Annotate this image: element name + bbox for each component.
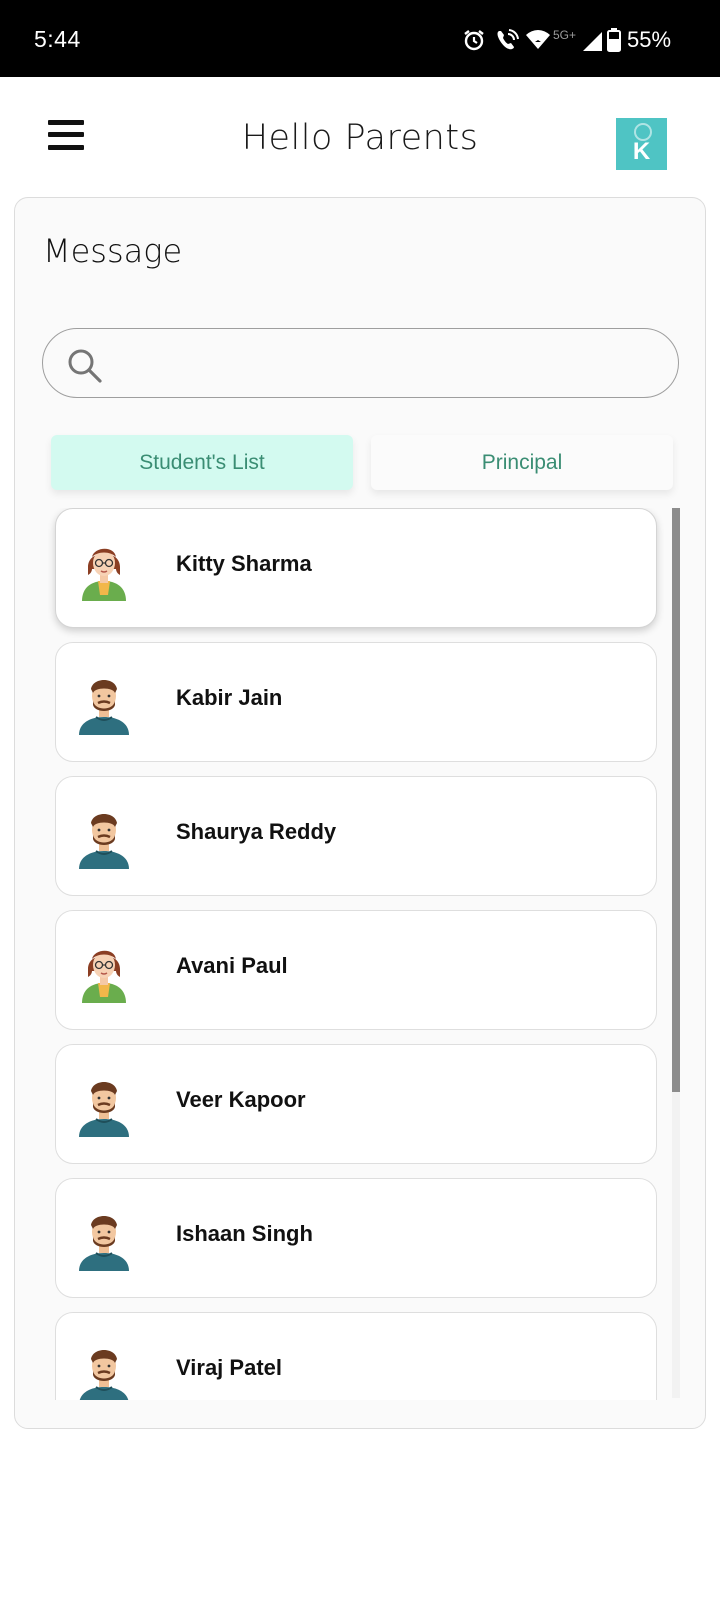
page-title: Hello Parents <box>241 118 479 158</box>
boy-avatar-icon <box>79 1082 129 1137</box>
list-item[interactable]: Avani Paul <box>55 910 657 1030</box>
list-item[interactable]: Shaurya Reddy <box>55 776 657 896</box>
search-bar[interactable] <box>42 328 679 398</box>
tab-students-list[interactable]: Student's List <box>51 435 353 490</box>
list-item[interactable]: Veer Kapoor <box>55 1044 657 1164</box>
boy-avatar-icon <box>79 1216 129 1271</box>
wifi-call-icon <box>497 29 519 50</box>
battery-icon <box>607 28 621 52</box>
student-name: Avani Paul <box>176 953 288 978</box>
list-item[interactable]: Kabir Jain <box>55 642 657 762</box>
student-name: Shaurya Reddy <box>176 819 337 844</box>
status-bar: 5:44 5G+ 55% <box>0 0 720 77</box>
boy-avatar-icon <box>79 1350 129 1400</box>
student-name: Ishaan Singh <box>176 1221 313 1246</box>
status-time: 5:44 <box>34 26 81 52</box>
network-type: 5G+ <box>553 28 577 42</box>
boy-avatar-icon <box>79 814 129 869</box>
student-list[interactable]: Kitty Sharma Kabir Jain Shaurya Reddy Av… <box>15 508 707 1400</box>
student-name: Kitty Sharma <box>176 551 312 576</box>
logo-letter: K <box>632 138 651 165</box>
alarm-icon <box>464 30 484 51</box>
student-name: Kabir Jain <box>176 685 283 710</box>
search-input[interactable] <box>119 341 643 387</box>
tab-principal[interactable]: Principal <box>371 435 673 490</box>
message-card: Message Student's List Principal Kitty S… <box>14 197 706 1429</box>
student-name: Viraj Patel <box>176 1355 282 1380</box>
wifi-icon <box>526 30 550 49</box>
app-logo: K <box>616 118 667 170</box>
girl-avatar-icon <box>82 548 126 601</box>
section-title: Message <box>43 232 183 270</box>
signal-icon <box>583 32 602 51</box>
boy-avatar-icon <box>79 680 129 735</box>
battery-percent: 55% <box>627 27 672 52</box>
student-name: Veer Kapoor <box>176 1087 306 1112</box>
list-item[interactable]: Viraj Patel <box>55 1312 657 1400</box>
search-icon <box>68 349 102 383</box>
list-item[interactable]: Ishaan Singh <box>55 1178 657 1298</box>
list-item[interactable]: Kitty Sharma <box>55 508 657 628</box>
girl-avatar-icon <box>82 950 126 1003</box>
scrollbar-thumb[interactable] <box>672 508 680 1092</box>
